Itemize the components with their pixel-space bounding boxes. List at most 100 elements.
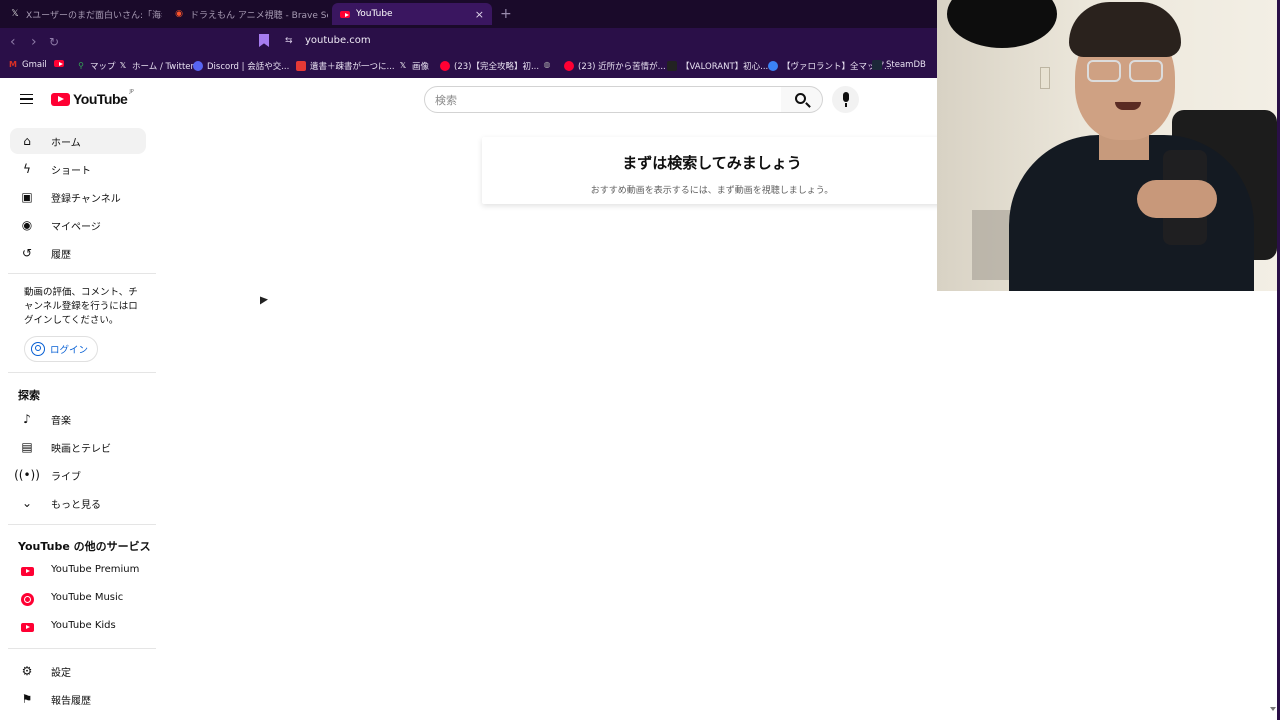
sidebar-item-you[interactable]: ◉ マイページ	[10, 212, 146, 238]
bookmark-gmail[interactable]: M Gmail	[8, 60, 47, 70]
movies-icon: ▤	[21, 440, 33, 454]
bookmark-valorant[interactable]: 【VALORANT】初心...	[667, 60, 768, 72]
bookmark-label: ホーム / Twitter	[132, 62, 195, 72]
microphone-icon	[843, 92, 849, 102]
youtube-icon	[564, 61, 574, 71]
bookmark-label: Gmail	[22, 60, 47, 70]
tab-brave-search[interactable]: ◉ ドラえもん アニメ視聴 - Brave Search	[166, 3, 328, 25]
sidebar-item-label: 報告履歴	[51, 696, 91, 707]
bookmark-steamdb[interactable]: SteamDB	[872, 60, 926, 70]
bookmark-label: 遺書＋疎書が一つに...	[310, 62, 395, 72]
sidebar-item-home[interactable]: ⌂ ホーム	[10, 128, 146, 154]
new-tab-button[interactable]: +	[500, 6, 512, 22]
forward-icon[interactable]: ›	[31, 34, 37, 50]
sidebar-item-subscriptions[interactable]: ▣ 登録チャンネル	[10, 184, 146, 210]
sidebar-item-label: ショート	[51, 166, 91, 177]
x-logo-icon: 𝕏	[399, 61, 407, 70]
tab-label: ドラえもん アニメ視聴 - Brave Search	[190, 10, 328, 21]
search-input[interactable]: 検索	[424, 86, 782, 113]
back-icon[interactable]: ‹	[10, 34, 16, 50]
sidebar-item-kids[interactable]: YouTube Kids	[10, 614, 146, 640]
empty-feed-prompt: まずは検索してみましょう おすすめ動画を表示するには、まず動画を視聴しましょう。	[482, 137, 952, 204]
sidebar-item-label: 設定	[51, 668, 71, 679]
sidebar-item-movies[interactable]: ▤ 映画とテレビ	[10, 434, 146, 460]
maps-icon: ⚲	[78, 61, 84, 70]
youtube-logo[interactable]: YouTube JP	[51, 89, 134, 107]
bookmark-label: 【VALORANT】初心...	[681, 62, 769, 72]
youtube-icon	[54, 60, 64, 70]
globe-icon: ◍	[543, 60, 551, 69]
tab-youtube[interactable]: YouTube ×	[332, 3, 492, 25]
screen: 𝕏 Xユーザーのまだ面白いさん:「海老蔵がド ◉ ドラえもん アニメ視聴 - B…	[0, 0, 1280, 720]
sidebar-item-music-app[interactable]: YouTube Music	[10, 586, 146, 612]
youtube-icon	[340, 9, 350, 19]
voice-search-button[interactable]	[832, 86, 859, 113]
search-icon	[795, 93, 806, 104]
bookmark-discord[interactable]: Discord | 会話や交...	[193, 60, 289, 72]
settings-icon: ⚙	[21, 664, 33, 678]
bookmark-globe[interactable]: ◍	[542, 60, 556, 70]
app-icon	[296, 61, 306, 71]
reload-icon[interactable]: ↻	[49, 34, 59, 50]
sidebar-item-label: YouTube Premium	[51, 564, 140, 575]
signin-prompt: 動画の評価、コメント、チャンネル登録を行うにはログインしてください。	[24, 287, 138, 326]
address-bar[interactable]: youtube.com	[305, 35, 371, 46]
sidebar-item-music[interactable]: ♪ 音楽	[10, 406, 146, 432]
empty-feed-subtitle: おすすめ動画を表示するには、まず動画を視聴しましょう。	[590, 186, 834, 196]
login-button[interactable]: ログイン	[24, 336, 98, 362]
bookmark-youtube[interactable]	[54, 60, 68, 70]
tab-label: Xユーザーのまだ面白いさん:「海老蔵がド	[26, 10, 162, 21]
sidebar-item-label: 登録チャンネル	[51, 194, 121, 205]
empty-feed-title: まずは検索してみましょう	[622, 154, 802, 172]
youtube-kids-icon	[20, 620, 34, 634]
bookmark-label: Discord | 会話や交...	[207, 62, 290, 72]
steamdb-icon	[872, 60, 882, 70]
bookmark-label: (23)【完全攻略】初...	[454, 62, 540, 72]
sidebar-item-label: ライブ	[51, 472, 81, 483]
webcam-glasses-right	[1129, 60, 1163, 82]
home-icon: ⌂	[23, 134, 31, 148]
sidebar-item-settings[interactable]: ⚙ 設定	[10, 658, 146, 684]
divider	[8, 524, 156, 525]
sidebar-item-show-more[interactable]: ⌄ もっと見る	[10, 490, 146, 516]
gmail-icon: M	[9, 60, 17, 69]
webcam-glasses-left	[1087, 60, 1121, 82]
sidebar-item-report-history[interactable]: ⚑ 報告履歴	[10, 686, 146, 712]
history-icon: ↺	[21, 246, 33, 260]
tab-x-post[interactable]: 𝕏 Xユーザーのまだ面白いさん:「海老蔵がド	[2, 3, 162, 25]
bookmark-images[interactable]: 𝕏 画像	[398, 60, 429, 72]
youtube-music-icon	[20, 592, 34, 606]
sidebar-item-label: マイページ	[51, 222, 101, 233]
bookmark-maps[interactable]: ⚲ マップ	[76, 60, 115, 72]
bookmark-youtube-neighbors[interactable]: (23) 近所から苦情が...	[564, 60, 666, 72]
youtube-logo-icon	[51, 92, 70, 106]
webcam-overlay	[937, 0, 1277, 291]
x-logo-icon: 𝕏	[119, 61, 127, 70]
scroll-down-icon[interactable]	[1270, 707, 1276, 711]
bookmark-label: 画像	[412, 62, 430, 72]
sidebar-item-label: もっと見る	[51, 500, 101, 511]
menu-icon[interactable]	[20, 94, 33, 104]
divider	[8, 273, 156, 274]
close-tab-icon[interactable]: ×	[475, 8, 484, 21]
sidebar-item-history[interactable]: ↺ 履歴	[10, 240, 146, 266]
chevron-down-icon: ⌄	[21, 496, 33, 510]
webcam-person-hair	[1069, 2, 1181, 57]
sidebar-item-label: 履歴	[51, 250, 71, 261]
youtube-premium-icon	[20, 564, 34, 578]
sidebar-item-shorts[interactable]: ϟ ショート	[10, 156, 146, 182]
bookmark-youtube-guide[interactable]: (23)【完全攻略】初...	[440, 60, 539, 72]
sidebar-item-live[interactable]: ((•)) ライブ	[10, 462, 146, 488]
search-button[interactable]	[781, 86, 823, 113]
explore-title: 探索	[18, 389, 40, 402]
bookmark-app[interactable]: 遺書＋疎書が一つに...	[296, 60, 395, 72]
flag-icon: ⚑	[21, 692, 33, 706]
sidebar-item-label: 映画とテレビ	[51, 444, 111, 455]
page-icon	[667, 61, 677, 71]
sidebar-item-premium[interactable]: YouTube Premium	[10, 558, 146, 584]
sidebar-item-label: 音楽	[51, 416, 71, 427]
subscriptions-icon: ▣	[21, 190, 33, 204]
bookmark-twitter-home[interactable]: 𝕏 ホーム / Twitter	[118, 60, 194, 72]
tab-label: YouTube	[356, 9, 393, 19]
site-settings-icon[interactable]: ⇆	[285, 36, 295, 46]
